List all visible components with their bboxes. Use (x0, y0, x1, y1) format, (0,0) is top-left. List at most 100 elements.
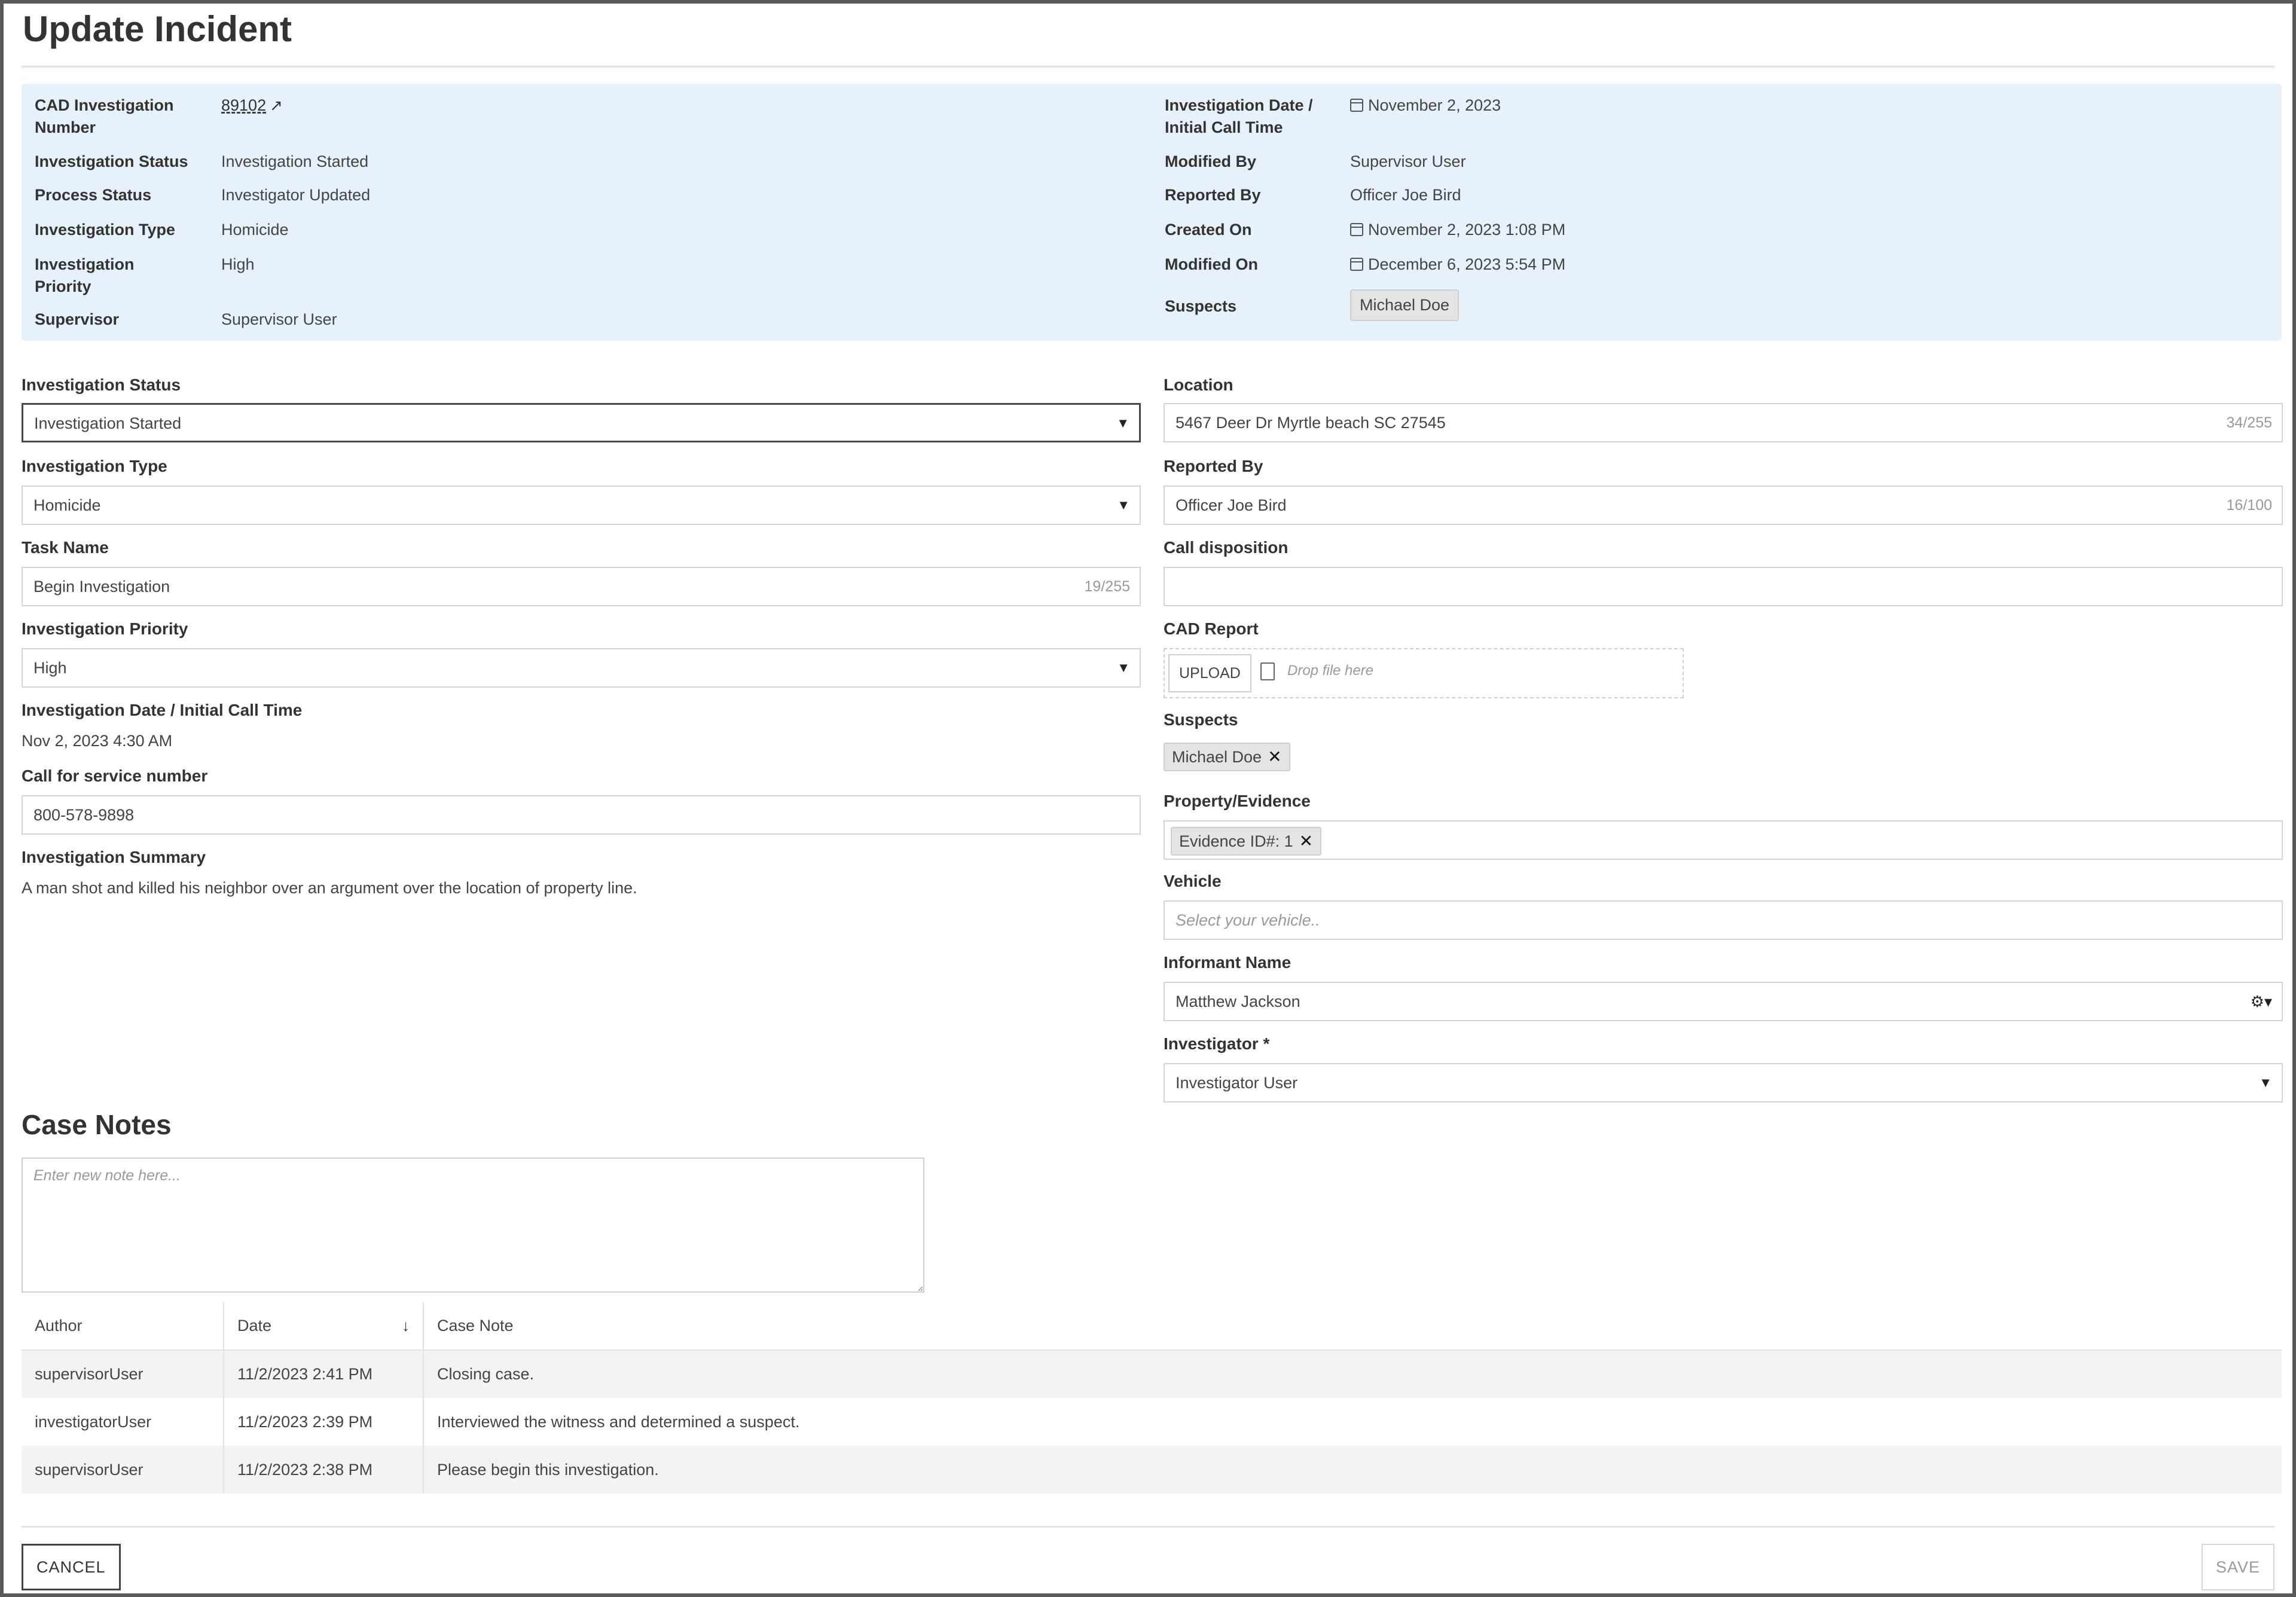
investigator-label: Investigator * (1164, 1034, 1270, 1053)
evidence-label: Property/Evidence (1164, 792, 1311, 810)
incident-summary-panel: CAD Investigation Number 89102 ↗ Investig… (22, 84, 2282, 341)
column-header-date[interactable]: Date ↓ (223, 1302, 423, 1351)
upload-button[interactable]: UPLOAD (1168, 654, 1251, 692)
priority-value: High (221, 255, 255, 273)
suspect-tag-label: Michael Doe (1172, 748, 1262, 766)
suspects-value: Michael Doe (1350, 289, 1460, 321)
inv-date-field-value[interactable]: Nov 2, 2023 4:30 AM (22, 732, 172, 750)
suspects-label: Suspects (1165, 297, 1237, 315)
chevron-down-icon: ▼ (1117, 660, 1130, 675)
created-on-label: Created On (1165, 221, 1252, 239)
call-disposition-label: Call disposition (1164, 538, 1289, 557)
location-value: 5467 Deer Dr Myrtle beach SC 27545 (1176, 414, 1446, 432)
reported-by-value: Officer Joe Bird (1350, 186, 1461, 204)
inv-type-label: Investigation Type (35, 221, 176, 239)
cell-date: 11/2/2023 2:38 PM (223, 1446, 423, 1494)
location-input[interactable]: 5467 Deer Dr Myrtle beach SC 27545 34/25… (1164, 403, 2283, 442)
investigator-selected: Investigator User (1176, 1074, 1298, 1092)
external-link-icon[interactable]: ↗ (270, 94, 283, 117)
chevron-down-icon: ▼ (1116, 416, 1129, 430)
close-icon[interactable]: ✕ (1299, 832, 1313, 850)
table-row: investigatorUser 11/2/2023 2:39 PM Inter… (22, 1398, 2282, 1446)
call-number-input[interactable]: 800-578-9898 (22, 795, 1141, 835)
priority-label: Investigation Priority (35, 255, 135, 295)
inv-status-field-label: Investigation Status (22, 375, 181, 394)
window-frame: Update Incident CAD Investigation Number… (0, 0, 2296, 1597)
cell-author: investigatorUser (35, 1412, 152, 1431)
suspect-chip: Michael Doe (1350, 289, 1460, 321)
calendar-icon (1350, 258, 1363, 271)
inv-type-selected: Homicide (33, 496, 101, 514)
evidence-tag: Evidence ID#: 1 ✕ (1171, 826, 1322, 856)
inv-status-select[interactable]: Investigation Started ▼ (22, 403, 1141, 442)
inv-type-field-label: Investigation Type (22, 457, 167, 475)
title-divider (22, 66, 2274, 68)
page-title: Update Incident (23, 9, 292, 49)
priority-select[interactable]: High ▼ (22, 648, 1141, 688)
inv-status-label: Investigation Status (35, 152, 188, 170)
reported-by-input[interactable]: Officer Joe Bird 16/100 (1164, 485, 2283, 525)
file-drop-zone[interactable]: UPLOAD Drop file here (1164, 648, 1684, 698)
suspects-field-label: Suspects (1164, 710, 1238, 729)
column-header-case-note[interactable]: Case Note (423, 1302, 2282, 1351)
location-label: Location (1164, 375, 1234, 394)
chevron-down-icon: ▼ (1117, 497, 1130, 512)
cancel-button[interactable]: CANCEL (22, 1544, 121, 1590)
footer-divider (22, 1526, 2274, 1528)
informant-value: Matthew Jackson (1176, 993, 1300, 1010)
summary-field-value[interactable]: A man shot and killed his neighbor over … (22, 879, 637, 897)
case-notes-table: Author Date ↓ Case Note supervisorUser 11… (22, 1302, 2282, 1494)
supervisor-value: Supervisor User (221, 310, 337, 328)
priority-selected: High (33, 659, 67, 677)
close-icon[interactable]: ✕ (1268, 747, 1281, 766)
priority-field-label: Investigation Priority (22, 619, 188, 638)
inv-date-text: November 2, 2023 (1368, 96, 1501, 114)
modified-on-value: December 6, 2023 5:54 PM (1350, 254, 1565, 276)
reported-by-label: Reported By (1165, 186, 1261, 204)
inv-type-select[interactable]: Homicide ▼ (22, 485, 1141, 525)
new-note-textarea[interactable] (22, 1158, 924, 1293)
column-header-date-label: Date (237, 1317, 272, 1335)
gear-icon[interactable]: ⚙▾ (2251, 983, 2272, 1020)
calendar-icon (1350, 223, 1363, 236)
cell-date: 11/2/2023 2:41 PM (223, 1350, 423, 1398)
column-header-author[interactable]: Author (22, 1302, 224, 1351)
process-status-label: Process Status (35, 186, 152, 204)
inv-status-selected: Investigation Started (34, 414, 182, 432)
task-name-label: Task Name (22, 538, 109, 557)
location-counter: 34/255 (2226, 414, 2272, 431)
table-row: supervisorUser 11/2/2023 2:38 PM Please … (22, 1446, 2282, 1494)
save-button[interactable]: SAVE (2201, 1544, 2274, 1590)
cell-author: supervisorUser (22, 1350, 224, 1398)
cell-author: supervisorUser (22, 1446, 224, 1494)
modified-on-text: December 6, 2023 5:54 PM (1368, 255, 1566, 273)
vehicle-select[interactable]: Select your vehicle.. (1164, 900, 2283, 940)
inv-status-value: Investigation Started (221, 152, 369, 170)
inv-date-value: November 2, 2023 (1350, 94, 1501, 117)
table-row: supervisorUser 11/2/2023 2:41 PM Closing… (22, 1350, 2282, 1398)
investigator-select[interactable]: Investigator User ▼ (1164, 1063, 2283, 1103)
reported-by-field-label: Reported By (1164, 457, 1263, 475)
cell-date: 11/2/2023 2:39 PM (223, 1398, 423, 1446)
cad-number-value: 89102 ↗ (221, 94, 283, 117)
drop-hint: Drop file here (1287, 662, 1374, 679)
cell-note: Closing case. (423, 1350, 2282, 1398)
evidence-input[interactable]: Evidence ID#: 1 ✕ (1164, 820, 2283, 860)
informant-input[interactable]: Matthew Jackson ⚙▾ (1164, 982, 2283, 1021)
vehicle-label: Vehicle (1164, 872, 1222, 890)
call-number-value: 800-578-9898 (33, 806, 135, 824)
call-disposition-input[interactable] (1164, 567, 2283, 606)
reported-by-counter: 16/100 (2226, 497, 2272, 514)
calendar-icon (1350, 99, 1363, 112)
call-number-label: Call for service number (22, 767, 208, 785)
modified-by-label: Modified By (1165, 152, 1256, 170)
cell-note: Interviewed the witness and determined a… (423, 1398, 2282, 1446)
sort-descending-icon[interactable]: ↓ (402, 1317, 410, 1335)
cad-number-link[interactable]: 89102 (221, 96, 266, 114)
informant-label: Informant Name (1164, 953, 1292, 972)
task-name-value: Begin Investigation (33, 578, 170, 596)
task-name-input[interactable]: Begin Investigation 19/255 (22, 567, 1141, 606)
cad-number-label: CAD Investigation Number (35, 96, 174, 136)
cell-note: Please begin this investigation. (423, 1446, 2282, 1494)
suspect-tag: Michael Doe ✕ (1164, 743, 1290, 771)
